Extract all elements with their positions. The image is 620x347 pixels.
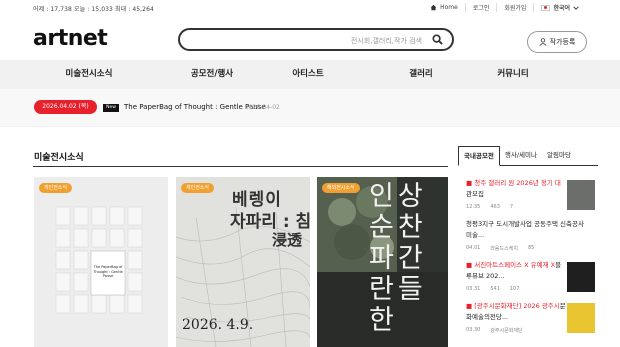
news-date-badge: 2026.04.02 (목) xyxy=(34,100,97,114)
list-item-meta: 12.35 463 7 xyxy=(466,204,514,210)
sidebar-tabs: 국내공모전 행사/세미나 알림마당 xyxy=(458,146,598,166)
home-icon xyxy=(430,4,437,11)
new-tag: New xyxy=(103,104,119,112)
list-item[interactable]: ■ 서진아트스페이스 X 유예재 X블루뮤브 202... 03.31 541 10… xyxy=(458,260,598,300)
nav-item-exhibition[interactable]: 미술전시소식 xyxy=(0,60,178,89)
list-item[interactable]: ■ 청주 갤러리 원 2026년 정기 대관모집 12.35 463 7 xyxy=(458,178,598,218)
card-badge: 개인전소식 xyxy=(39,183,73,193)
news-date: 2026-04-02 xyxy=(245,104,280,111)
card-badge: 해외전시소식 xyxy=(322,183,360,193)
exhibition-card-1[interactable]: 개인전소식 The PaperBag of Thought : Gentle P… xyxy=(34,177,168,347)
poster-line-3: 浸透 xyxy=(272,231,303,249)
nav-item-contest[interactable]: 공모전/행사 xyxy=(178,60,246,89)
list-item-title: ■ 청주 갤러리 원 2026년 정기 대관모집 xyxy=(466,179,561,198)
list-item[interactable]: 청평3지구 도시개발사업 공동주택 신축공사 미술... 04.01 라움드스케치… xyxy=(458,219,598,259)
poster-date: 2026. 4.9. xyxy=(182,317,254,333)
artist-register-button[interactable]: 작가등록 xyxy=(527,31,587,53)
korea-flag-icon xyxy=(541,4,551,11)
list-item[interactable]: ■ [광주시문화재단] 2026 광주시문화예술의전당... 03.30 광주시문… xyxy=(458,301,598,341)
artnet-logo[interactable]: artnet xyxy=(33,26,108,51)
card-badge: 개인전소식 xyxy=(181,183,215,193)
home-link[interactable]: Home xyxy=(423,4,465,11)
nav-item-community[interactable]: 커뮤니티 xyxy=(472,60,554,89)
poster-paperbag xyxy=(34,177,168,347)
list-item-title: ■ 서진아트스페이스 X 유예재 X블루뮤브 202... xyxy=(466,261,562,280)
main-nav: 미술전시소식 공모전/행사 아티스트 갤러리 커뮤니티 xyxy=(0,60,620,89)
list-item-meta: 03.30 광주시문화재단 xyxy=(466,327,523,334)
list-item-thumbnail xyxy=(567,262,595,292)
tab-domestic-contest[interactable]: 국내공모전 xyxy=(458,146,500,166)
list-item-meta: 03.31 541 107 xyxy=(466,286,520,292)
language-selector[interactable]: 한국어 xyxy=(533,3,586,12)
signup-link[interactable]: 회원가입 xyxy=(496,3,533,12)
list-item-title: 청평3지구 도시개발사업 공동주택 신축공사 미술... xyxy=(466,220,584,239)
section-title: 미술전시소식 xyxy=(34,153,84,163)
visitor-stats: 어제 : 17,738 오늘 : 15,033 최대 : 45,264 xyxy=(33,6,154,13)
list-item-thumbnail xyxy=(567,303,595,333)
exhibition-card-3[interactable]: 해외전시소식 인상순찬파간란들한 xyxy=(317,177,448,347)
poster-title: The PaperBag of Thought : Gentle Pause xyxy=(93,265,123,278)
search-icon[interactable] xyxy=(432,34,443,45)
poster-text: 인상순찬파간란들한 xyxy=(369,181,427,336)
exhibition-card-2[interactable]: 개인전소식 베렝이 자파리 : 침투 浸透 2026. 4.9. xyxy=(176,177,310,347)
nav-item-gallery[interactable]: 갤러리 xyxy=(370,60,472,89)
top-bar: 어제 : 17,738 오늘 : 15,033 최대 : 45,264 Home… xyxy=(0,0,620,20)
nav-item-artist[interactable]: 아티스트 xyxy=(246,60,370,89)
tab-events[interactable]: 행사/세미나 xyxy=(500,146,542,165)
chevron-down-icon xyxy=(573,5,579,10)
tab-notices[interactable]: 알림마당 xyxy=(542,146,576,165)
list-item-title: ■ [광주시문화재단] 2026 광주시문화예술의전당... xyxy=(466,302,566,321)
user-icon xyxy=(539,38,547,46)
top-links: Home 로그인 회원가입 한국어 xyxy=(423,3,586,12)
search-input[interactable]: 전시회,갤러리,작가 검색 xyxy=(180,36,422,46)
section-divider xyxy=(33,166,448,167)
list-item-meta: 04.01 라움드스케치 85 xyxy=(466,245,535,252)
login-link[interactable]: 로그인 xyxy=(464,3,497,12)
list-item-thumbnail xyxy=(567,180,595,210)
search-bar[interactable]: 전시회,갤러리,작가 검색 xyxy=(178,28,454,51)
